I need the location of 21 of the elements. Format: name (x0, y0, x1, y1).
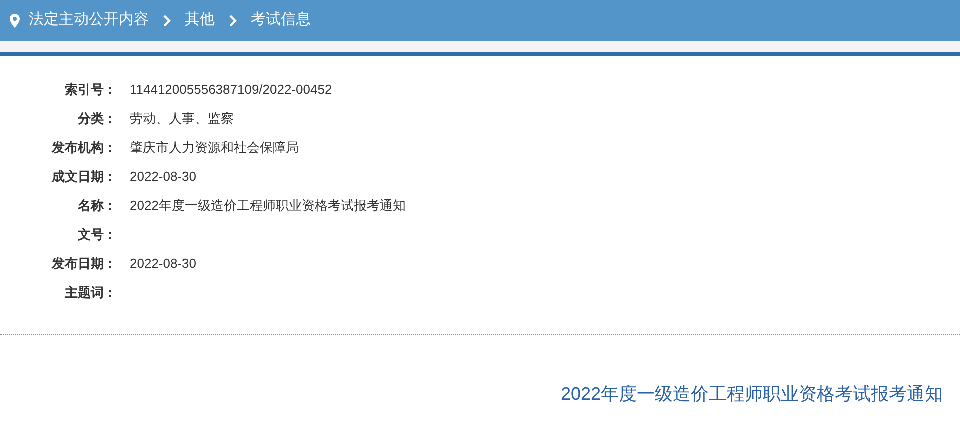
document-title: 2022年度一级造价工程师职业资格考试报考通知 (560, 383, 943, 406)
field-value: 2022-08-30 (130, 255, 196, 273)
field-label: 主题词： (64, 284, 117, 302)
chevron-right-icon (163, 14, 171, 26)
breadcrumb-link[interactable]: 考试信息 (251, 9, 311, 32)
field-label: 分类： (76, 110, 117, 128)
location-pin-icon (10, 14, 20, 28)
field-value: 劳动、人事、监察 (130, 110, 234, 128)
field-value: 2022-08-30 (130, 168, 196, 186)
chevron-right-icon (229, 14, 237, 26)
field-label: 发布机构： (50, 139, 117, 157)
field-label: 成文日期： (50, 168, 117, 186)
field-value: 114412005556387109/2022-00452 (130, 81, 332, 99)
breadcrumb-link[interactable]: 法定主动公开内容 (29, 9, 149, 32)
field-label: 名称： (76, 197, 117, 215)
field-value: 2022年度一级造价工程师职业资格考试报考通知 (130, 197, 406, 215)
field-label: 文号： (77, 226, 117, 244)
field-label: 索引号： (64, 81, 117, 99)
breadcrumb-link[interactable]: 其他 (185, 9, 215, 32)
field-label: 发布日期： (50, 255, 117, 273)
field-value: 肇庆市人力资源和社会保障局 (130, 139, 299, 157)
